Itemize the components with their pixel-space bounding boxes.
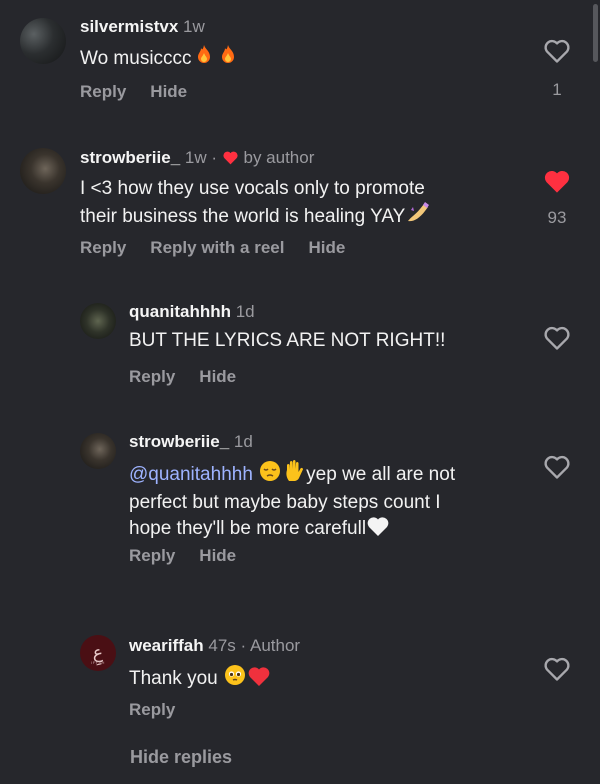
- timestamp: 1d: [233, 432, 253, 451]
- red-heart-emoji-icon: [247, 665, 271, 694]
- reply-body-line: hope they'll be more carefull: [129, 518, 367, 539]
- heart-filled-icon: [223, 151, 238, 165]
- raised-hand-emoji-icon: [282, 459, 306, 490]
- reply-header: quanitahhhh 1d: [129, 302, 255, 322]
- avatar[interactable]: [80, 433, 116, 469]
- reply-body-line: yep we all are not: [306, 464, 456, 485]
- hide-replies-button[interactable]: Hide replies: [130, 747, 232, 768]
- author-badge: Author: [250, 636, 301, 655]
- pleading-face-emoji-icon: [223, 663, 247, 694]
- comment-body-line: I <3 how they use vocals only to promote: [80, 178, 425, 199]
- reply-item: عِ IFFAH weariffah 47s · Author Thank yo…: [0, 622, 600, 732]
- username[interactable]: strowberiie_: [129, 432, 229, 451]
- pensive-face-emoji-icon: [258, 459, 282, 490]
- hide-button[interactable]: Hide: [199, 546, 236, 565]
- comment-actions: Reply Reply with a reel Hide: [80, 238, 369, 258]
- comment-text: I <3 how they use vocals only to promote…: [80, 176, 520, 232]
- comment-header: strowberiie_ 1w · by author: [80, 148, 314, 168]
- timestamp: 1w: [183, 17, 205, 36]
- heart-filled-icon[interactable]: [543, 168, 571, 194]
- fire-emoji-icon: [216, 43, 240, 74]
- fire-emoji-icon: [192, 43, 216, 74]
- comment-text: Wo musicccc: [80, 43, 240, 74]
- username[interactable]: quanitahhhh: [129, 302, 231, 321]
- reply-text: BUT THE LYRICS ARE NOT RIGHT!!: [129, 330, 446, 351]
- avatar[interactable]: [20, 18, 66, 64]
- mention-link[interactable]: @quanitahhhh: [129, 464, 253, 485]
- comment-header: silvermistvx 1w: [80, 17, 205, 37]
- hide-button[interactable]: Hide: [308, 238, 345, 257]
- avatar[interactable]: [80, 303, 116, 339]
- username[interactable]: weariffah: [129, 636, 204, 655]
- reply-actions: Reply Hide: [129, 546, 260, 566]
- avatar[interactable]: عِ IFFAH: [80, 635, 116, 671]
- nail-polish-emoji-icon: [405, 201, 431, 232]
- timestamp: 47s: [208, 636, 236, 655]
- timestamp: 1d: [235, 302, 255, 321]
- username[interactable]: silvermistvx: [80, 17, 178, 36]
- reply-with-reel-button[interactable]: Reply with a reel: [150, 238, 284, 257]
- reply-header: strowberiie_ 1d: [129, 432, 253, 452]
- hide-button[interactable]: Hide: [150, 82, 187, 101]
- liked-by-author-label: by author: [243, 148, 315, 167]
- comment-item: strowberiie_ 1w · by author I <3 how the…: [0, 130, 600, 270]
- reply-item: strowberiie_ 1d @quanitahhhh yep we all …: [0, 420, 600, 580]
- reply-button[interactable]: Reply: [80, 82, 126, 101]
- reply-body-line: perfect but maybe baby steps count I: [129, 492, 441, 513]
- comment-item: silvermistvx 1w Wo musicccc Reply Hide 1: [0, 0, 600, 120]
- reply-header: weariffah 47s · Author: [129, 636, 300, 656]
- like-count: 93: [547, 208, 567, 227]
- timestamp: 1w: [184, 148, 207, 167]
- avatar-logo-subtext: IFFAH: [91, 660, 105, 665]
- reply-item: quanitahhhh 1d BUT THE LYRICS ARE NOT RI…: [0, 290, 600, 400]
- reply-button[interactable]: Reply: [129, 367, 175, 386]
- comment-body: Wo musicccc: [80, 48, 192, 69]
- separator: ·: [240, 636, 247, 655]
- separator: ·: [211, 148, 218, 167]
- hide-button[interactable]: Hide: [199, 367, 236, 386]
- scrollbar[interactable]: [593, 4, 598, 62]
- avatar-logo-text: عِ: [92, 642, 104, 663]
- reply-body-line: Thank you: [129, 668, 218, 689]
- heart-outline-icon[interactable]: [543, 454, 571, 480]
- reply-actions: Reply: [129, 700, 199, 720]
- avatar[interactable]: [20, 148, 66, 194]
- like-count: 1: [552, 80, 562, 99]
- reply-text: @quanitahhhh yep we all are not perfect …: [129, 459, 539, 544]
- comments-screen: silvermistvx 1w Wo musicccc Reply Hide 1 …: [0, 0, 600, 784]
- reply-button[interactable]: Reply: [80, 238, 126, 257]
- reply-actions: Reply Hide: [129, 367, 260, 387]
- username[interactable]: strowberiie_: [80, 148, 180, 167]
- heart-outline-icon[interactable]: [543, 656, 571, 682]
- comment-actions: Reply Hide: [80, 82, 211, 102]
- heart-outline-icon[interactable]: [543, 38, 571, 64]
- reply-text: Thank you: [129, 663, 271, 694]
- comment-body-line: their business the world is healing YAY: [80, 206, 406, 227]
- white-heart-emoji-icon: [366, 515, 390, 544]
- reply-button[interactable]: Reply: [129, 546, 175, 565]
- heart-outline-icon[interactable]: [543, 325, 571, 351]
- reply-button[interactable]: Reply: [129, 700, 175, 719]
